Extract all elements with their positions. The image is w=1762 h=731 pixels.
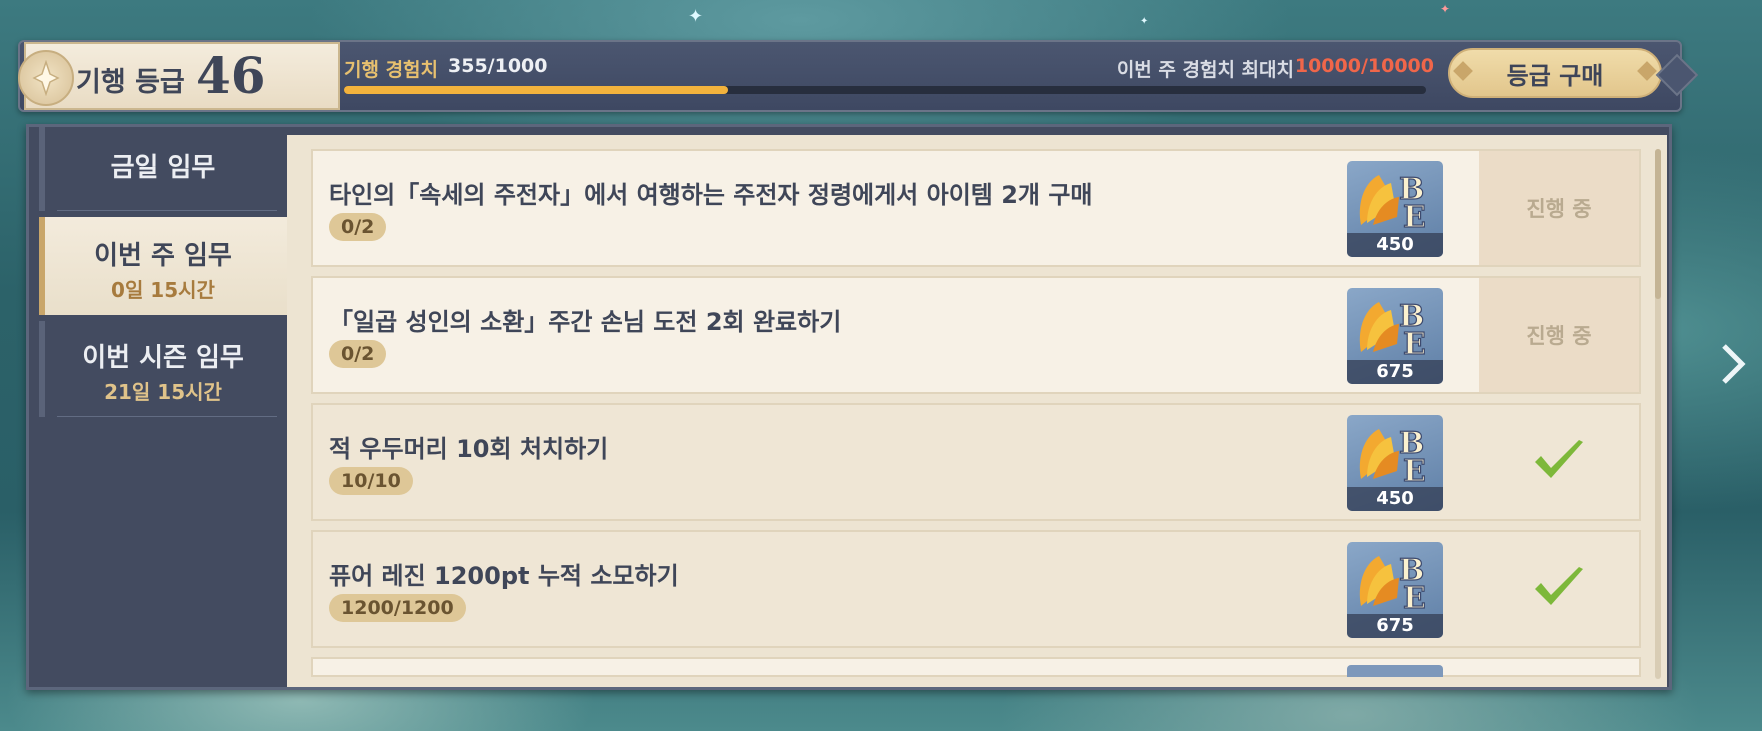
- buy-level-button[interactable]: 등급 구매: [1448, 48, 1662, 98]
- sparkle-icon: ✦: [688, 6, 704, 27]
- mission-title: 「일곱 성인의 소환」주간 손님 도전 2회 완료하기: [329, 308, 842, 336]
- reward-amount: 675: [1347, 360, 1443, 384]
- reward-item[interactable]: B E 675: [1347, 542, 1443, 638]
- svg-text:E: E: [1403, 454, 1426, 483]
- tab-daily-missions[interactable]: 금일 임무: [39, 127, 287, 211]
- pass-header: 기행 등급 46 기행 경험치 355/1000 이번 주 경험치 최대치 10…: [18, 40, 1699, 112]
- mission-title: 적 우두머리 10회 처치하기: [329, 435, 609, 463]
- mission-progress: 10/10: [329, 467, 413, 495]
- mission-row: 「일곱 성인의 소환」주간 손님 도전 2회 완료하기 0/2 B E 675 …: [311, 276, 1641, 394]
- tab-label: 이번 시즌 임무: [82, 343, 244, 373]
- sparkle-icon: ✦: [1440, 2, 1451, 16]
- bp-exp-icon: [1347, 665, 1443, 677]
- mission-progress: 0/2: [329, 340, 387, 368]
- exp-label: 기행 경험치: [344, 59, 439, 81]
- mission-title: 퓨어 레진 1200pt 누적 소모하기: [329, 562, 679, 590]
- scroll-thumb[interactable]: [1655, 149, 1661, 299]
- svg-text:E: E: [1403, 327, 1426, 356]
- mission-row-partial: [311, 657, 1641, 677]
- divider: [57, 210, 277, 211]
- tab-label: 금일 임무: [110, 153, 216, 183]
- mission-status: 진행 중: [1479, 151, 1639, 265]
- divider: [57, 416, 277, 417]
- weekly-cap-label: 이번 주 경험치 최대치: [1116, 59, 1294, 81]
- tab-time-remaining: 21일 15시간: [104, 380, 222, 404]
- header-ornament: [1655, 53, 1699, 97]
- exp-progress-bar: [344, 86, 1426, 94]
- svg-text:E: E: [1403, 200, 1426, 229]
- weekly-cap-value: 10000/10000: [1294, 55, 1434, 77]
- mission-list-scrollbar[interactable]: [1655, 149, 1661, 679]
- mission-tabs: 금일 임무 이번 주 임무 0일 15시간 이번 시즌 임무 21일 15시간: [29, 127, 287, 687]
- level-value: 46: [196, 46, 266, 105]
- reward-amount: 450: [1347, 487, 1443, 511]
- chevron-right-icon[interactable]: [1720, 342, 1750, 386]
- exp-value: 355/1000: [448, 55, 548, 77]
- reward-amount: 675: [1347, 614, 1443, 638]
- status-in-progress: 진행 중: [1526, 197, 1592, 221]
- missions-panel: 금일 임무 이번 주 임무 0일 15시간 이번 시즌 임무 21일 15시간 …: [26, 124, 1672, 690]
- exp-progress-fill: [344, 86, 729, 94]
- mission-progress: 0/2: [329, 213, 387, 241]
- reward-item[interactable]: B E 675: [1347, 288, 1443, 384]
- tab-label: 이번 주 임무: [94, 241, 232, 271]
- mission-progress: 1200/1200: [329, 594, 466, 622]
- checkmark-icon: [1531, 563, 1587, 615]
- status-in-progress: 진행 중: [1526, 324, 1592, 348]
- reward-item[interactable]: B E 450: [1347, 415, 1443, 511]
- tab-season-missions[interactable]: 이번 시즌 임무 21일 15시간: [39, 321, 287, 417]
- mission-title: 타인의「속세의 주전자」에서 여행하는 주전자 정령에게서 아이템 2개 구매: [329, 181, 1093, 209]
- reward-amount: 450: [1347, 233, 1443, 257]
- svg-text:E: E: [1403, 581, 1426, 610]
- mission-status: [1479, 532, 1639, 646]
- mission-status: [1479, 405, 1639, 519]
- buy-level-label: 등급 구매: [1506, 61, 1604, 90]
- star-emblem-icon: [18, 50, 74, 106]
- reward-item[interactable]: B E 450: [1347, 161, 1443, 257]
- tab-time-remaining: 0일 15시간: [111, 278, 215, 302]
- level-box: 기행 등급 46: [18, 42, 340, 110]
- tab-weekly-missions[interactable]: 이번 주 임무 0일 15시간: [39, 217, 287, 315]
- level-label: 기행 등급: [76, 67, 185, 98]
- mission-row: 타인의「속세의 주전자」에서 여행하는 주전자 정령에게서 아이템 2개 구매 …: [311, 149, 1641, 267]
- checkmark-icon: [1531, 436, 1587, 488]
- sparkle-icon: ✦: [1140, 16, 1149, 27]
- mission-status: 진행 중: [1479, 278, 1639, 392]
- mission-row: 적 우두머리 10회 처치하기 10/10 B E 450: [311, 403, 1641, 521]
- mission-list[interactable]: 타인의「속세의 주전자」에서 여행하는 주전자 정령에게서 아이템 2개 구매 …: [287, 135, 1667, 687]
- mission-row: 퓨어 레진 1200pt 누적 소모하기 1200/1200 B E 675: [311, 530, 1641, 648]
